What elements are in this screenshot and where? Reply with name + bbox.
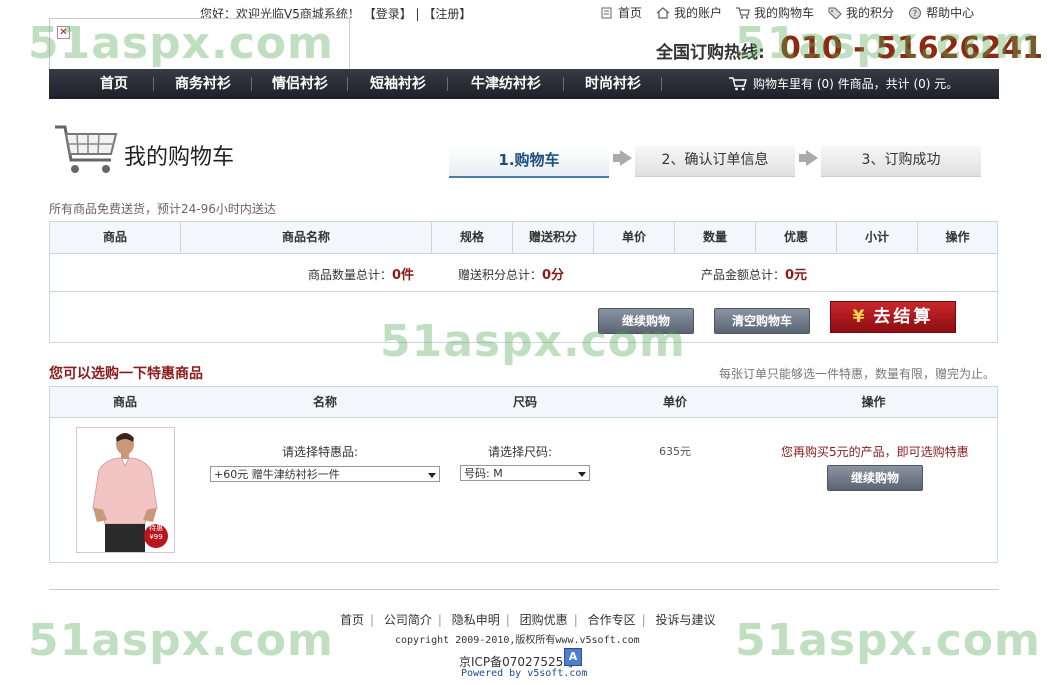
footer-link-home[interactable]: 首页 — [340, 613, 364, 627]
specials-note: 每张订单只能够选一件特惠，数量有限，赠完为止。 — [719, 367, 996, 381]
powered-by[interactable]: Powered by v5soft.com — [461, 668, 587, 679]
step-arrow-icon — [806, 150, 818, 166]
col-spec: 规格 — [459, 230, 484, 244]
sp-col-price: 单价 — [662, 395, 687, 409]
top-link-points[interactable]: 我的积分 — [828, 4, 894, 21]
nav-item-shortsleeve[interactable]: 短袖衬衫 — [349, 69, 447, 99]
free-shipping-note: 所有商品免费送货，预计24-96小时内送达 — [49, 202, 276, 216]
nav-item-home[interactable]: 首页 — [75, 69, 153, 99]
footer-link-groupbuy[interactable]: 团购优惠 — [520, 613, 568, 627]
cart-table: 商品 商品名称 规格 赠送积分 单价 数量 优惠 小计 操作 商品数量总计：0件… — [49, 221, 998, 343]
total-qty: 商品数量总计：0件 — [308, 268, 415, 283]
clear-cart-button[interactable]: 清空购物车 — [714, 308, 810, 334]
top-links: 首页 我的账户 我的购物车 我的积分 ? 帮助中心 — [600, 4, 974, 21]
home-doc-icon — [601, 7, 612, 18]
nav-cart-summary[interactable]: 购物车里有 (0) 件商品，共计 (0) 元。 — [729, 69, 958, 99]
size-select[interactable]: 号码: M — [460, 465, 590, 481]
login-link[interactable]: 【登录】 — [364, 7, 412, 21]
col-action: 操作 — [945, 230, 970, 244]
nav-divider — [447, 77, 448, 91]
tag-icon — [828, 7, 842, 19]
col-discount: 优惠 — [783, 230, 808, 244]
special-message: 您再购买5元的产品，即可选购特惠 — [781, 445, 969, 459]
checkout-button[interactable]: ¥ 去结算 — [830, 301, 956, 333]
sp-col-product: 商品 — [112, 395, 137, 409]
col-product: 商品 — [102, 230, 127, 244]
hotline-label: 全国订购热线: — [656, 43, 765, 63]
large-cart-icon — [55, 125, 118, 173]
special-continue-button[interactable]: 继续购物 — [827, 465, 923, 491]
watermark: 51aspx.com — [28, 615, 334, 666]
specials-table-header: 商品 名称 尺码 单价 操作 — [50, 387, 997, 418]
top-link-account[interactable]: 我的账户 — [656, 4, 722, 21]
col-subtotal: 小计 — [864, 230, 889, 244]
hotline-number: 010 - 51626241 — [780, 31, 1043, 66]
total-points-value: 0分 — [542, 268, 565, 283]
nav-divider — [563, 77, 564, 91]
footer-link-privacy[interactable]: 隐私申明 — [452, 613, 500, 627]
cart-icon — [736, 6, 750, 19]
cart-totals-row: 商品数量总计：0件 赠送积分总计：0分 产品金额总计：0元 — [50, 254, 997, 292]
top-link-help[interactable]: ? 帮助中心 — [908, 4, 974, 21]
sp-col-name: 名称 — [312, 395, 337, 409]
divider: | — [415, 7, 420, 21]
site-logo[interactable]: ✕ — [49, 18, 350, 70]
special-badge: 特惠 ¥99 — [149, 524, 163, 541]
sp-col-size: 尺码 — [512, 395, 537, 409]
sp-col-action: 操作 — [861, 395, 886, 409]
specials-table: 商品 名称 尺码 单价 操作 特惠 ¥99 请选择特惠品: +60元 赠牛津纺衬… — [49, 386, 998, 563]
top-link-home[interactable]: 首页 — [600, 4, 642, 21]
yen-icon: ¥ — [852, 307, 868, 327]
footer-link-about[interactable]: 公司简介 — [384, 613, 432, 627]
nav-divider — [153, 77, 154, 91]
col-name: 商品名称 — [281, 230, 330, 244]
footer-links: 首页 | 公司简介 | 隐私申明 | 团购优惠 | 合作专区 | 投诉与建议 — [340, 613, 716, 627]
main-nav: 首页 商务衬衫 情侣衬衫 短袖衬衫 牛津纺衬衫 时尚衬衫 购物车里有 (0) 件… — [49, 69, 999, 99]
footer-link-partners[interactable]: 合作专区 — [588, 613, 636, 627]
special-price: 635元 — [659, 445, 691, 458]
cart-icon — [729, 77, 747, 91]
nav-divider — [347, 77, 348, 91]
step-arrow-icon — [620, 150, 632, 166]
nav-divider — [251, 77, 252, 91]
product-image[interactable]: 特惠 ¥99 — [76, 427, 175, 553]
step-confirm: 2、确认订单信息 — [635, 146, 795, 177]
copyright: copyright 2009-2010,版权所有www.v5soft.com — [395, 635, 640, 646]
footer-divider — [49, 589, 999, 590]
col-qty: 数量 — [702, 230, 727, 244]
watermark: 51aspx.com — [735, 615, 1041, 666]
continue-shopping-button[interactable]: 继续购物 — [598, 308, 694, 334]
house-icon — [656, 6, 670, 19]
specials-title: 您可以选购一下特惠商品 — [49, 366, 203, 382]
cart-table-header: 商品 商品名称 规格 赠送积分 单价 数量 优惠 小计 操作 — [50, 222, 997, 254]
step-cart: 1.购物车 — [449, 146, 609, 178]
nav-item-oxford[interactable]: 牛津纺衬衫 — [449, 69, 563, 99]
chevron-down-icon — [578, 472, 586, 477]
svg-text:?: ? — [913, 9, 917, 18]
col-points: 赠送积分 — [528, 230, 577, 244]
total-qty-value: 0件 — [392, 268, 415, 283]
size-label: 请选择尺码: — [488, 445, 553, 459]
total-points: 赠送积分总计：0分 — [458, 268, 565, 283]
nav-item-couple[interactable]: 情侣衬衫 — [253, 69, 347, 99]
icp-badge-icon[interactable]: A — [564, 648, 582, 666]
nav-item-business[interactable]: 商务衬衫 — [155, 69, 251, 99]
top-link-cart[interactable]: 我的购物车 — [736, 4, 814, 21]
special-item-label: 请选择特惠品: — [282, 445, 359, 459]
nav-item-fashion[interactable]: 时尚衬衫 — [565, 69, 661, 99]
total-amount: 产品金额总计：0元 — [701, 268, 808, 283]
special-item-select[interactable]: +60元 赠牛津纺衬衫一件 — [210, 466, 440, 482]
chevron-down-icon — [428, 473, 436, 478]
help-icon: ? — [909, 6, 922, 19]
broken-image-icon: ✕ — [57, 26, 70, 39]
footer-link-complaints[interactable]: 投诉与建议 — [655, 613, 715, 627]
cart-title: 我的购物车 — [124, 145, 235, 170]
step-success: 3、订购成功 — [821, 146, 981, 177]
total-amount-value: 0元 — [785, 268, 808, 283]
nav-divider — [661, 77, 662, 91]
register-link[interactable]: 【注册】 — [423, 7, 471, 21]
col-price: 单价 — [621, 230, 646, 244]
